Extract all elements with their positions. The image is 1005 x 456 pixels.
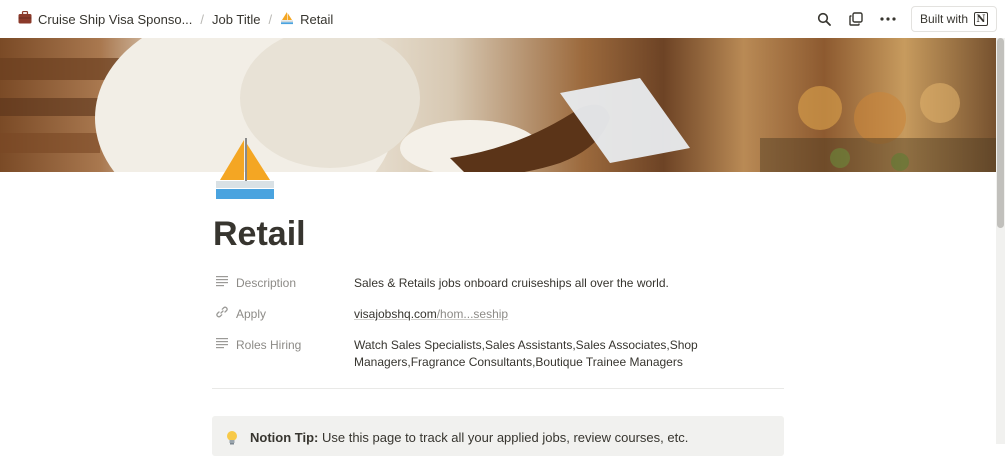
- breadcrumb: Cruise Ship Visa Sponso... / Job Title /…: [14, 9, 337, 30]
- sailboat-icon: [280, 11, 294, 28]
- properties-table: Description Sales & Retails jobs onboard…: [212, 270, 784, 371]
- property-row-description: Description Sales & Retails jobs onboard…: [212, 270, 784, 301]
- callout-text: Notion Tip: Use this page to track all y…: [250, 430, 688, 445]
- property-row-apply: Apply visajobshq.com/hom...seship: [212, 301, 784, 332]
- property-label[interactable]: Roles Hiring: [212, 332, 354, 352]
- apply-url-domain[interactable]: visajobshq.com: [354, 307, 437, 321]
- breadcrumb-label: Job Title: [212, 11, 261, 27]
- callout-bold: Notion Tip:: [250, 430, 319, 445]
- more-icon[interactable]: [879, 10, 897, 28]
- breadcrumb-item-retail[interactable]: Retail: [276, 9, 337, 30]
- breadcrumb-label: Retail: [300, 11, 334, 27]
- text-lines-icon: [216, 275, 228, 290]
- breadcrumb-separator: /: [268, 11, 273, 27]
- property-name: Description: [236, 275, 297, 290]
- page-scrollbar[interactable]: [996, 38, 1005, 444]
- property-label[interactable]: Description: [212, 270, 354, 290]
- built-with-notion-button[interactable]: Built with N: [910, 6, 997, 32]
- property-value-roles-hiring[interactable]: Watch Sales Specialists,Sales Assistants…: [354, 332, 784, 371]
- breadcrumb-label: Cruise Ship Visa Sponso...: [38, 11, 193, 27]
- search-icon[interactable]: [815, 10, 833, 28]
- divider: [212, 388, 784, 389]
- property-value-apply-link[interactable]: visajobshq.com/hom...seship: [354, 301, 784, 323]
- built-with-label: Built with: [919, 12, 968, 26]
- text-lines-icon: [216, 337, 228, 352]
- callout-body: Use this page to track all your applied …: [318, 430, 689, 445]
- link-icon: [216, 306, 228, 321]
- breadcrumb-separator: /: [200, 11, 205, 27]
- property-name: Apply: [236, 306, 267, 321]
- property-name: Roles Hiring: [236, 337, 302, 352]
- property-row-roles-hiring: Roles Hiring Watch Sales Specialists,Sal…: [212, 332, 784, 371]
- top-bar: Cruise Ship Visa Sponso... / Job Title /…: [0, 0, 1005, 38]
- lightbulb-icon: [226, 430, 238, 451]
- sailboat-icon: [216, 138, 274, 199]
- apply-url-path[interactable]: /hom...seship: [437, 307, 508, 321]
- cover-image: [0, 38, 1005, 172]
- breadcrumb-item-job-title[interactable]: Job Title: [208, 10, 264, 29]
- property-label[interactable]: Apply: [212, 301, 354, 321]
- topbar-actions: Built with N: [815, 0, 997, 38]
- briefcase-icon: [18, 10, 32, 27]
- property-value-description[interactable]: Sales & Retails jobs onboard cruiseships…: [354, 270, 784, 292]
- notion-logo-icon: N: [974, 12, 988, 26]
- breadcrumb-item-workspace[interactable]: Cruise Ship Visa Sponso...: [14, 9, 196, 29]
- duplicate-icon[interactable]: [847, 10, 865, 28]
- notion-tip-callout: Notion Tip: Use this page to track all y…: [212, 416, 784, 456]
- scrollbar-thumb[interactable]: [997, 38, 1004, 228]
- page-icon-sailboat[interactable]: [212, 136, 278, 202]
- page-title: Retail: [213, 215, 306, 253]
